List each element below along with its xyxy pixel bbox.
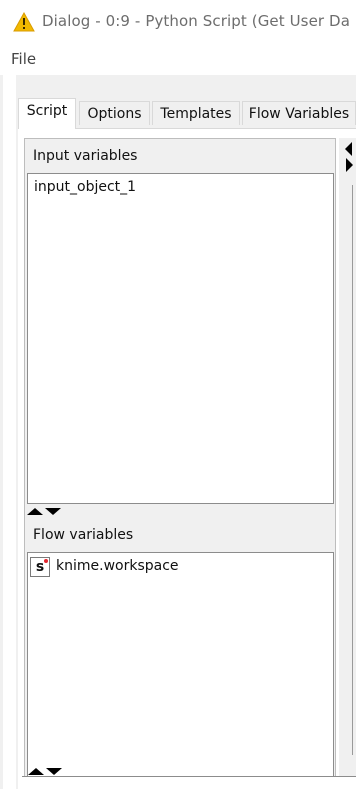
string-type-icon: s [30, 557, 50, 577]
title-bar: Dialog - 0:9 - Python Script (Get User D… [0, 0, 356, 42]
splitter-line [352, 185, 353, 755]
collapse-arrows-icon[interactable] [343, 140, 355, 176]
editor-splitter-strip[interactable] [339, 138, 356, 789]
bottom-pane [22, 777, 356, 789]
tab-options[interactable]: Options [79, 101, 150, 125]
tab-templates[interactable]: Templates [152, 101, 240, 125]
window-title: Dialog - 0:9 - Python Script (Get User D… [42, 12, 351, 30]
left-window-edge [0, 75, 3, 789]
tab-bar: Script Options Templates Flow Variables [18, 98, 356, 129]
menu-file[interactable]: File [11, 50, 36, 68]
warning-triangle-icon [13, 12, 35, 32]
flow-variables-header: Flow variables [25, 518, 335, 552]
variables-split-pane: Input variables input_object_1 Flow vari… [24, 138, 336, 789]
tab-flow-variables[interactable]: Flow Variables [242, 101, 356, 125]
list-item[interactable]: input_object_1 [34, 179, 136, 195]
menu-bar: File [0, 42, 356, 74]
flow-variable-name: knime.workspace [56, 558, 179, 574]
split-divider-arrows-icon[interactable] [25, 506, 65, 516]
dialog-client-area: Script Options Templates Flow Variables … [16, 75, 356, 789]
input-variables-header: Input variables [25, 139, 335, 173]
flow-variables-list[interactable]: s knime.workspace [27, 552, 334, 789]
tab-script[interactable]: Script [18, 98, 76, 129]
bottom-split-arrows-icon[interactable] [26, 766, 66, 776]
input-variables-list[interactable]: input_object_1 [27, 173, 334, 504]
